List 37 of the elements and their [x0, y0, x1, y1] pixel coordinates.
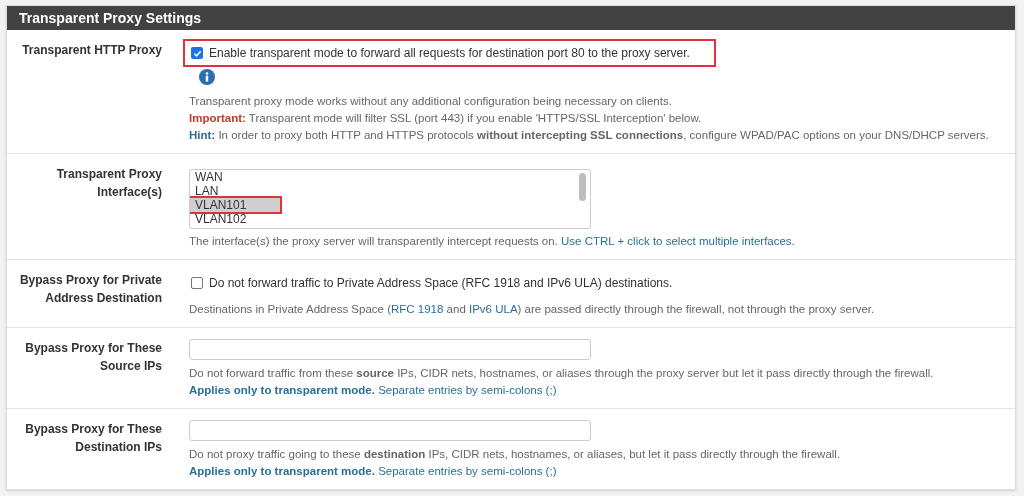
help-text: Do not proxy traffic going to these destination IPs, CIDR nets, hostnames, or aliases, but let it pass directly through the firewall.	[189, 448, 841, 460]
field-label: Bypass Proxy for These Source IPs	[25, 341, 162, 373]
help-text: Destinations in Private Address Space (	[189, 303, 391, 315]
help-text: ) are passed directly through the firewall, not through the proxy server.	[517, 303, 875, 315]
important-label: Important:	[189, 112, 246, 124]
field-label: Transparent Proxy Interface(s)	[56, 167, 162, 199]
help-text: and	[445, 303, 467, 315]
checkbox[interactable]	[191, 277, 203, 289]
field-label: Bypass Proxy for These Destination IPs	[25, 422, 162, 454]
help-link[interactable]: Use CTRL + click to select multiple interfaces.	[561, 235, 795, 247]
help-text: Transparent mode will filter SSL (port 443) if you enable 'HTTPS/SSL Interception' below.	[247, 112, 702, 124]
checkbox-label: Enable transparent mode to forward all requests for destination port 80 to the proxy server.	[209, 45, 690, 62]
help-text: The interface(s) the proxy server will transparently intercept requests on.	[189, 235, 559, 247]
checkbox[interactable]	[191, 47, 203, 59]
hint-label: Applies only to transparent mode.	[189, 465, 375, 477]
field-label: Bypass Proxy for Private Address Destination	[19, 273, 162, 305]
help-link[interactable]: Separate entries by semi-colons (;)	[374, 384, 557, 396]
info-icon[interactable]	[199, 69, 215, 85]
listbox-option[interactable]: WAN	[190, 170, 573, 184]
help-link[interactable]: RFC 1918	[391, 303, 444, 315]
help-link[interactable]: IPv6 ULA	[469, 303, 518, 315]
hint-label: Applies only to transparent mode.	[189, 384, 375, 396]
field-label: Transparent HTTP Proxy	[22, 43, 162, 57]
help-text: Do not forward traffic from these source IPs, CIDR nets, hostnames, or aliases through the proxy server but let it pass directly through the firewall.	[189, 367, 934, 379]
panel-title: Transparent Proxy Settings	[7, 6, 1015, 30]
listbox-option[interactable]: VLAN102	[190, 212, 573, 226]
scrollbar-thumb[interactable]	[579, 173, 586, 201]
listbox-option[interactable]: LAN	[190, 184, 573, 198]
help-text: Transparent proxy mode works without any additional configuration being necessary on clients.	[189, 95, 672, 107]
input-field[interactable]	[189, 339, 591, 360]
hint-label: Hint:	[189, 129, 216, 141]
checkbox-label: Do not forward traffic to Private Address Space (RFC 1918 and IPv6 ULA) destinations.	[209, 275, 673, 292]
help-link[interactable]: Separate entries by semi-colons (;)	[374, 465, 557, 477]
listbox-option[interactable]: VLAN101	[190, 198, 281, 212]
interface-listbox[interactable]: WAN LAN VLAN101 VLAN102	[189, 169, 591, 229]
help-text: In order to proxy both HTTP and HTTPS protocols without intercepting SSL connections, configure WPAD/PAC options on your DNS/DHCP servers.	[217, 129, 989, 141]
input-field[interactable]	[189, 420, 591, 441]
